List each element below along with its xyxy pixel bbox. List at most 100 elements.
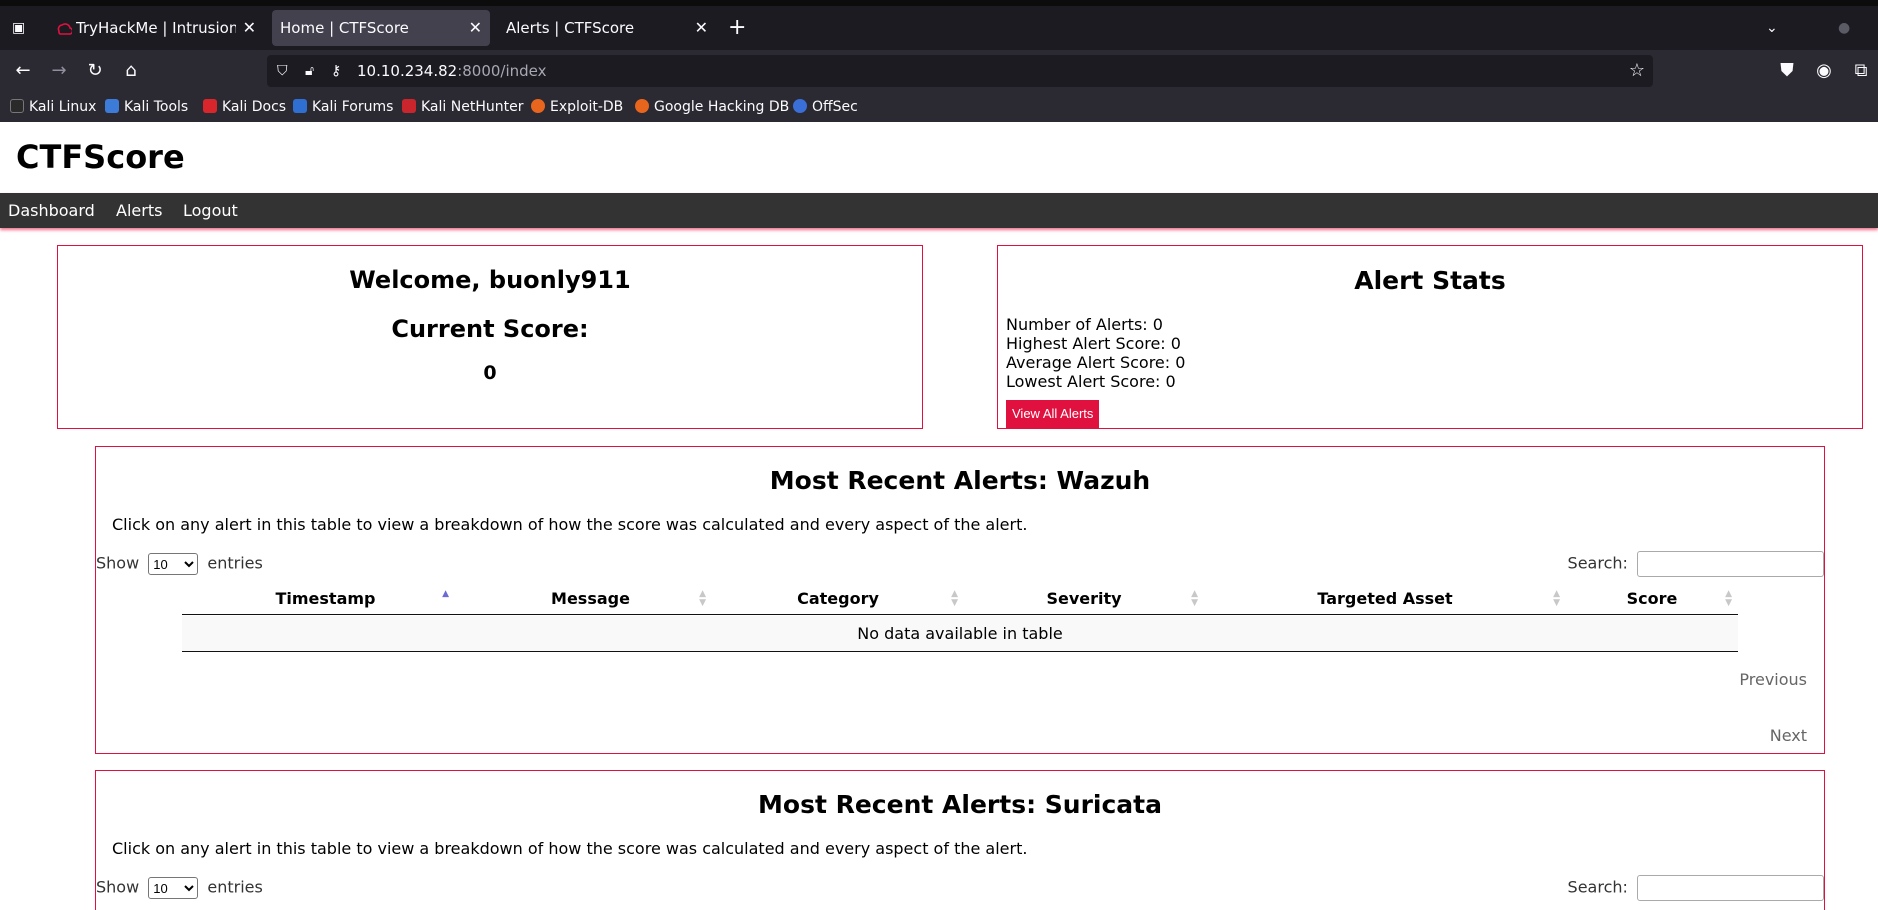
url-host: 10.10.234.82 <box>357 62 458 80</box>
alert-stats-heading: Alert Stats <box>1354 266 1506 295</box>
url-text[interactable]: 10.10.234.82:8000/index <box>357 55 547 87</box>
entries-length-control: Show 10 entries <box>96 877 263 899</box>
kali-forums-icon <box>293 99 307 113</box>
search-label: Search: <box>1567 553 1628 573</box>
column-header-message[interactable]: Message ▲ ▼ <box>469 583 712 615</box>
alert-stats-card: Alert Stats Number of Alerts: 0 Highest … <box>997 245 1863 429</box>
extensions-icon[interactable]: ⧉ <box>1850 61 1872 81</box>
bookmark-offsec[interactable]: OffSec <box>793 98 858 116</box>
tab-tryhackme[interactable]: TryHackMe | Intrusion Det ✕ <box>46 10 264 46</box>
bookmark-label: Exploit-DB <box>550 99 624 115</box>
pagination-next[interactable]: Next <box>1770 726 1807 745</box>
tab-home-ctfscore[interactable]: Home | CTFScore ✕ <box>272 10 490 46</box>
entries-label: entries <box>207 553 263 573</box>
table-header-row: Timestamp ▲ Message ▲ ▼ Category ▲ ▼ Sever… <box>182 583 1738 615</box>
nav-alerts[interactable]: Alerts <box>116 193 162 228</box>
table-search-control: Search: <box>1568 551 1824 577</box>
insecure-lock-icon[interactable]: 🔓︎ <box>305 63 314 79</box>
pagination-previous[interactable]: Previous <box>1739 670 1807 689</box>
back-arrow-icon[interactable]: ← <box>12 61 34 81</box>
column-label: Targeted Asset <box>1317 589 1453 608</box>
offsec-icon <box>793 99 807 113</box>
column-header-targeted-asset[interactable]: Targeted Asset ▲ ▼ <box>1204 583 1566 615</box>
bookmark-kali-forums[interactable]: Kali Forums <box>293 98 393 116</box>
site-nav: Dashboard Alerts Logout <box>0 193 1878 228</box>
bookmark-star-icon[interactable]: ☆ <box>1629 60 1645 81</box>
search-label: Search: <box>1567 877 1628 897</box>
column-header-timestamp[interactable]: Timestamp ▲ <box>182 583 469 615</box>
suricata-alerts-section: Most Recent Alerts: Suricata Click on an… <box>95 770 1825 910</box>
sort-asc-icon: ▲ <box>442 589 449 599</box>
show-label: Show <box>96 877 140 897</box>
bookmark-google-hacking-db[interactable]: Google Hacking DB <box>635 98 789 116</box>
alert-stats-list: Number of Alerts: 0 Highest Alert Score:… <box>1006 315 1185 391</box>
list-all-tabs-icon[interactable]: ⌄ <box>1766 20 1778 36</box>
entries-select[interactable]: 10 <box>148 553 199 575</box>
section-title: Most Recent Alerts: Suricata <box>758 790 1162 819</box>
entries-select[interactable]: 10 <box>148 877 199 899</box>
bookmark-label: Kali Linux <box>29 99 97 115</box>
bookmark-kali-docs[interactable]: Kali Docs <box>203 98 286 116</box>
nethunter-icon <box>402 99 416 113</box>
section-title: Most Recent Alerts: Wazuh <box>769 466 1151 495</box>
site-title: CTFScore <box>16 138 185 176</box>
key-icon[interactable]: ⚷ <box>331 63 341 79</box>
view-all-alerts-button[interactable]: View All Alerts <box>1006 400 1100 428</box>
tab-close-icon[interactable]: ✕ <box>243 10 256 46</box>
bookmark-label: Google Hacking DB <box>654 99 790 115</box>
column-header-score[interactable]: Score ▲ ▼ <box>1566 583 1738 615</box>
tab-alerts-ctfscore[interactable]: Alerts | CTFScore ✕ <box>498 10 716 46</box>
bookmark-kali-tools[interactable]: Kali Tools <box>105 98 188 116</box>
nav-dashboard[interactable]: Dashboard <box>8 193 95 228</box>
home-icon[interactable]: ⌂ <box>120 61 142 81</box>
sort-both-icon: ▲ ▼ <box>951 589 958 608</box>
bookmark-kali-linux[interactable]: Kali Linux <box>10 98 96 116</box>
show-label: Show <box>96 553 140 573</box>
column-label: Timestamp <box>275 589 376 608</box>
sort-both-icon: ▲ ▼ <box>1553 589 1560 608</box>
column-label: Category <box>797 589 879 608</box>
sort-both-icon: ▲ ▼ <box>699 589 706 608</box>
tracking-shield-icon[interactable]: ⛉ <box>277 63 288 79</box>
tab-list-icon[interactable]: ▣ <box>12 20 28 36</box>
bookmark-exploit-db[interactable]: Exploit-DB <box>531 98 623 116</box>
tab-close-icon[interactable]: ✕ <box>695 10 708 46</box>
bookmark-label: Kali Forums <box>312 99 394 115</box>
bookmark-kali-nethunter[interactable]: Kali NetHunter <box>402 98 523 116</box>
sort-both-icon: ▲ ▼ <box>1191 589 1198 608</box>
table-empty-row: No data available in table <box>182 616 1738 652</box>
pocket-icon[interactable]: ⛊ <box>1776 61 1798 81</box>
forward-arrow-icon[interactable]: → <box>48 61 70 81</box>
bookmark-label: Kali Tools <box>124 99 189 115</box>
column-label: Score <box>1626 589 1678 608</box>
new-tab-icon[interactable]: + <box>728 17 746 39</box>
stat-highest-alert-score: Highest Alert Score: 0 <box>1006 334 1181 353</box>
reload-icon[interactable]: ↻ <box>84 61 106 81</box>
column-header-category[interactable]: Category ▲ ▼ <box>712 583 964 615</box>
column-header-severity[interactable]: Severity ▲ ▼ <box>964 583 1204 615</box>
kali-docs-icon <box>203 99 217 113</box>
entries-length-control: Show 10 entries <box>96 553 263 575</box>
current-score-value: 0 <box>483 362 497 384</box>
account-icon[interactable]: ◉ <box>1813 61 1835 81</box>
column-label: Severity <box>1046 589 1122 608</box>
entries-label: entries <box>207 877 263 897</box>
stat-number-of-alerts: Number of Alerts: 0 <box>1006 315 1163 334</box>
tab-title: TryHackMe | Intrusion Det <box>76 19 236 37</box>
search-input[interactable] <box>1637 875 1824 901</box>
bookmarks-toolbar: Kali Linux Kali Tools Kali Docs Kali For… <box>0 92 1878 122</box>
tab-close-icon[interactable]: ✕ <box>469 10 482 46</box>
url-bar[interactable]: ⛉ 🔓︎ ⚷ 10.10.234.82:8000/index ☆ <box>267 55 1653 87</box>
table-search-control: Search: <box>1568 875 1824 901</box>
tab-title: Home | CTFScore <box>280 19 409 37</box>
search-input[interactable] <box>1637 551 1824 577</box>
window-minimize-icon[interactable]: ● <box>1838 20 1850 36</box>
page-content: CTFScore Dashboard Alerts Logout Welcome… <box>0 122 1878 910</box>
nav-logout[interactable]: Logout <box>183 193 238 228</box>
browser-tab-bar: ▣ TryHackMe | Intrusion Det ✕ Home | CTF… <box>0 6 1878 50</box>
bookmark-label: Kali NetHunter <box>421 99 524 115</box>
exploit-db-icon <box>531 99 545 113</box>
welcome-heading: Welcome, buonly911 <box>349 266 631 294</box>
section-description: Click on any alert in this table to view… <box>112 839 1028 858</box>
bookmark-label: Kali Docs <box>222 99 287 115</box>
